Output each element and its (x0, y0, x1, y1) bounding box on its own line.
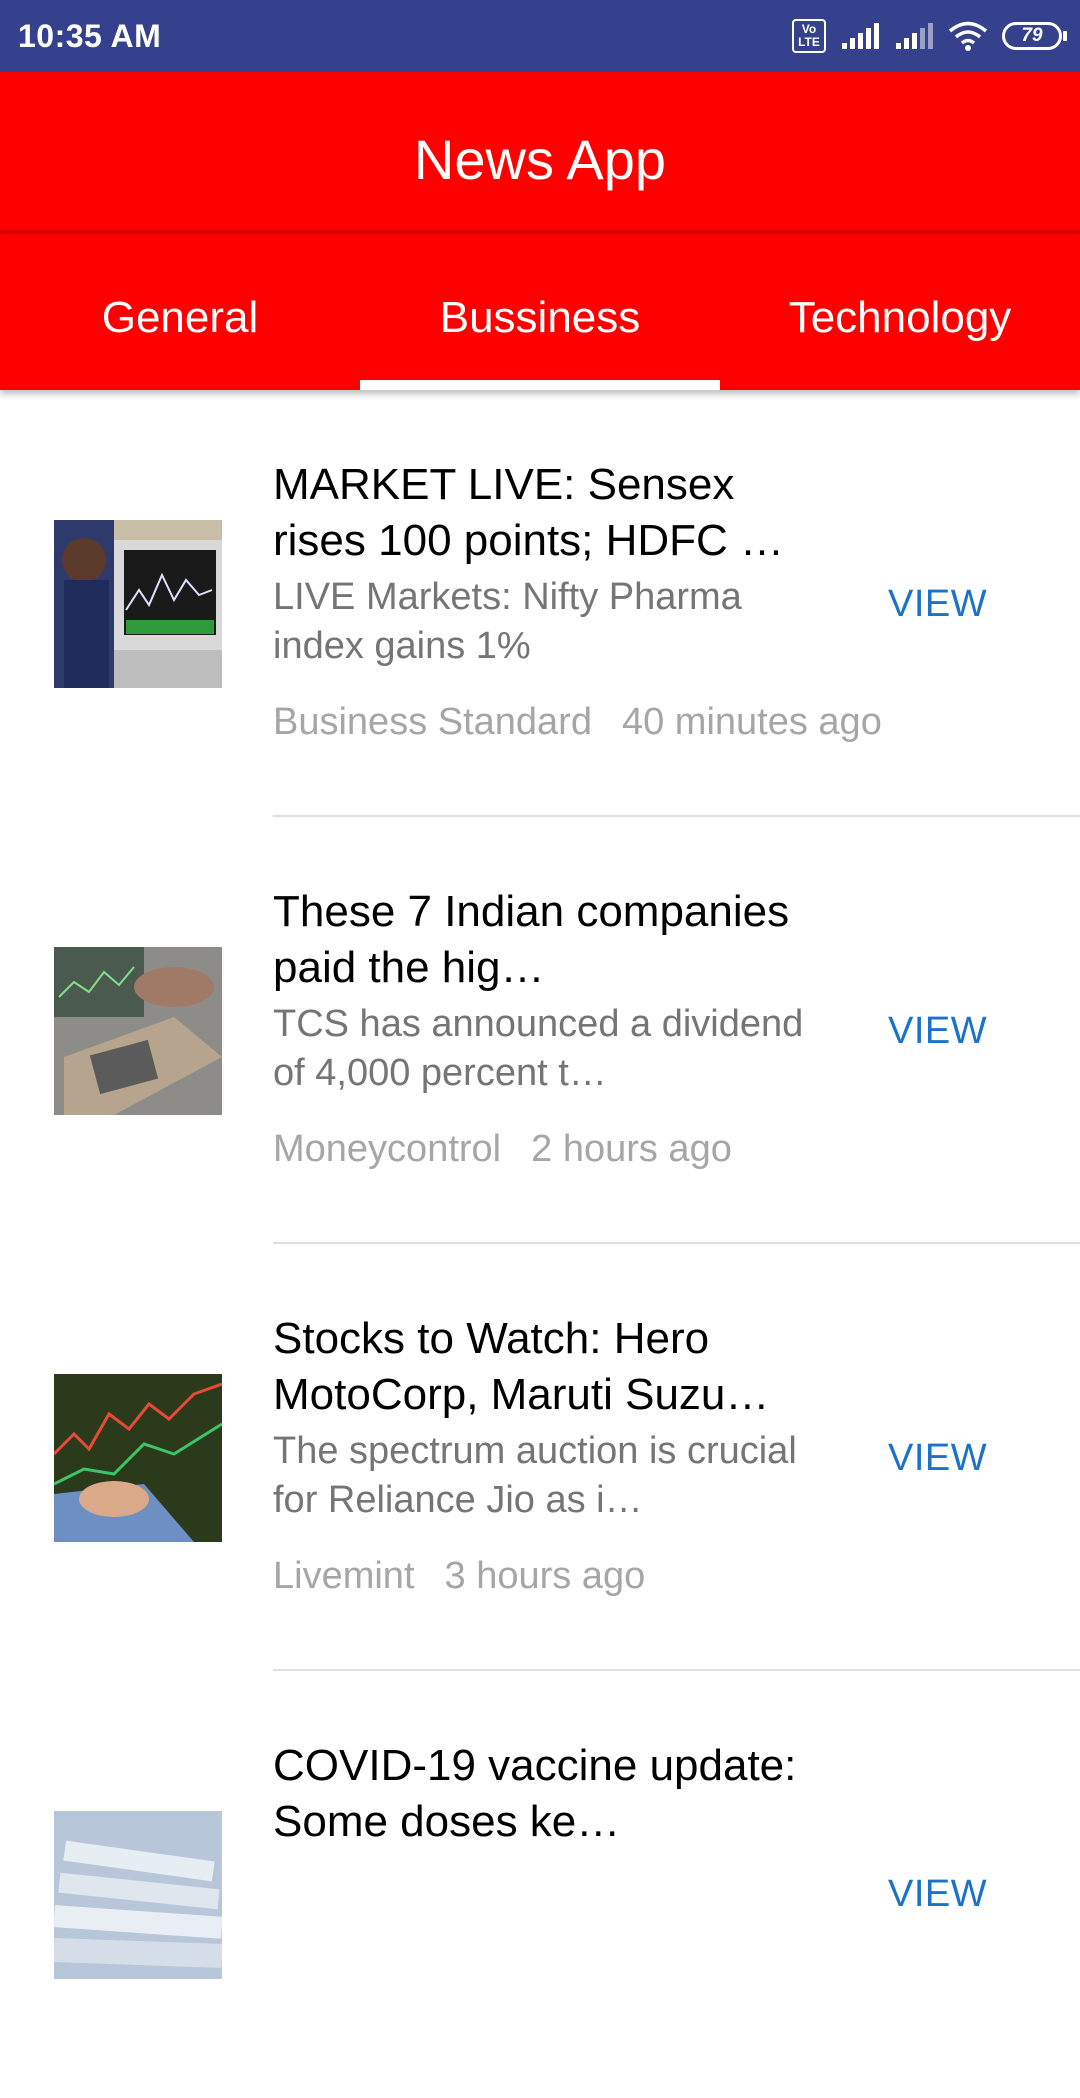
tab-general[interactable]: General (0, 234, 360, 390)
signal-icon (842, 23, 879, 49)
category-tabs: General Bussiness Technology (0, 234, 1080, 390)
battery-icon: 79 (1002, 22, 1067, 50)
wifi-icon (948, 21, 988, 51)
news-list: MARKET LIVE: Sensex rises 100 points; HD… (0, 390, 1080, 2098)
news-meta: Livemint 3 hours ago (273, 1555, 813, 1598)
news-description: TCS has announced a dividend of 4,000 pe… (273, 1003, 804, 1094)
news-content: COVID-19 vaccine update: Some doses ke… (273, 1738, 813, 1850)
news-item[interactable]: These 7 Indian companies paid the hig… T… (0, 817, 1080, 1244)
news-content: MARKET LIVE: Sensex rises 100 points; HD… (273, 457, 882, 744)
app-bar: News App (0, 72, 1080, 234)
news-content: Stocks to Watch: Hero MotoCorp, Maruti S… (273, 1311, 813, 1598)
news-time: 40 minutes ago (621, 701, 882, 743)
status-icons: Vo LTE 79 (792, 0, 1067, 72)
tab-technology[interactable]: Technology (720, 234, 1080, 390)
tab-label: General (101, 293, 259, 342)
view-button[interactable]: VIEW (888, 583, 987, 626)
view-button[interactable]: VIEW (888, 1873, 987, 1916)
news-source: Business Standard (273, 701, 592, 743)
tab-business[interactable]: Bussiness (360, 234, 720, 390)
news-source: Livemint (273, 1555, 415, 1597)
news-headline: Stocks to Watch: Hero MotoCorp, Maruti S… (273, 1314, 770, 1419)
volte-label: Vo LTE (798, 22, 820, 49)
signal-icon-2 (896, 23, 933, 49)
news-headline: COVID-19 vaccine update: Some doses ke… (273, 1741, 797, 1846)
news-description: LIVE Markets: Nifty Pharma index gains 1… (273, 576, 742, 667)
view-button[interactable]: VIEW (888, 1010, 987, 1053)
news-item[interactable]: MARKET LIVE: Sensex rises 100 points; HD… (0, 390, 1080, 817)
battery-level: 79 (1021, 25, 1043, 46)
app-title: News App (413, 128, 667, 191)
news-meta: Business Standard 40 minutes ago (273, 701, 882, 744)
news-thumbnail (54, 1811, 222, 1979)
news-time: 3 hours ago (444, 1555, 646, 1597)
news-headline: These 7 Indian companies paid the hig… (273, 887, 790, 992)
news-meta: Moneycontrol 2 hours ago (273, 1128, 813, 1171)
news-thumbnail (54, 1374, 222, 1542)
volte-icon: Vo LTE (792, 19, 826, 53)
news-headline: MARKET LIVE: Sensex rises 100 points; HD… (273, 460, 785, 565)
news-item[interactable]: COVID-19 vaccine update: Some doses ke… … (0, 1671, 1080, 2098)
news-description: The spectrum auction is crucial for Reli… (273, 1430, 797, 1521)
news-thumbnail (54, 520, 222, 688)
news-item[interactable]: Stocks to Watch: Hero MotoCorp, Maruti S… (0, 1244, 1080, 1671)
news-source: Moneycontrol (273, 1128, 502, 1170)
status-bar: 10:35 AM Vo LTE 79 (0, 0, 1080, 72)
news-content: These 7 Indian companies paid the hig… T… (273, 884, 813, 1171)
tab-label: Technology (788, 293, 1012, 342)
news-thumbnail (54, 947, 222, 1115)
view-button[interactable]: VIEW (888, 1437, 987, 1480)
tab-label: Bussiness (439, 293, 641, 342)
news-time: 2 hours ago (531, 1128, 732, 1170)
status-time: 10:35 AM (18, 18, 162, 54)
